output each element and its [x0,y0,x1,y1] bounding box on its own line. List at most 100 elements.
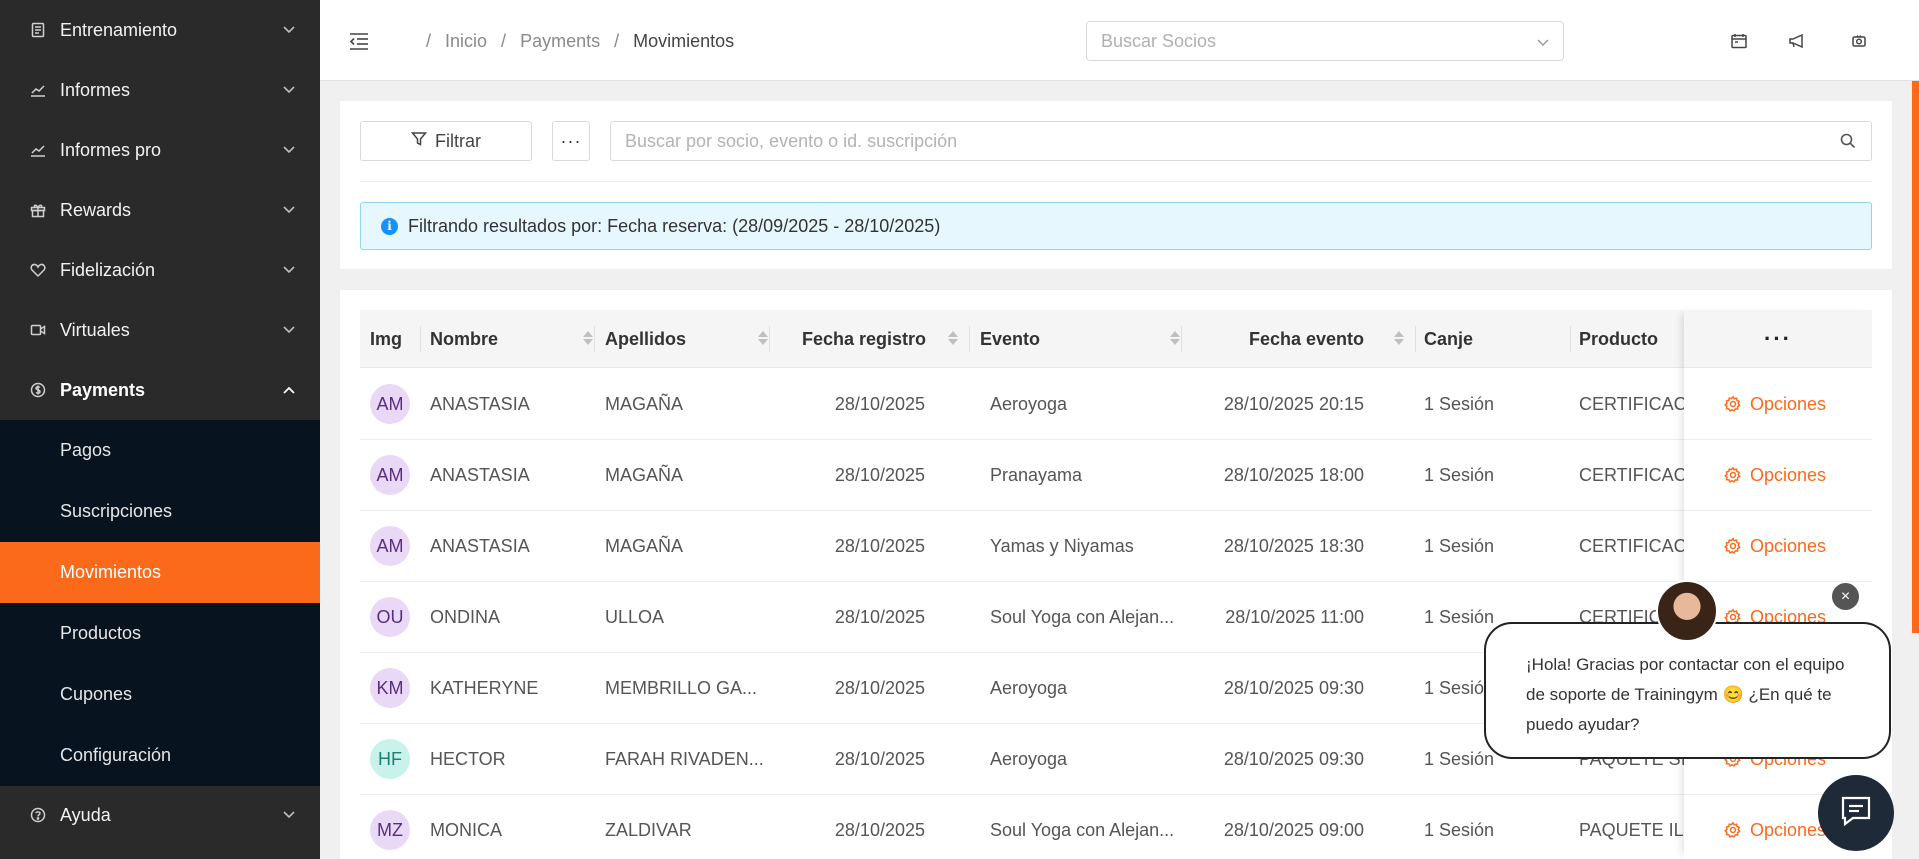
cell-fecha-registro: 28/10/2025 [834,819,925,840]
cell-apellidos: MAGAÑA [605,393,684,414]
submenu-item-configuracion[interactable]: Configuración [0,725,320,786]
camera-icon[interactable] [1850,32,1868,50]
sidebar-item-fidelizacion[interactable]: Fidelización [0,240,320,300]
cell-fecha-evento: 28/10/2025 20:15 [1223,393,1364,414]
menu-fold-icon[interactable] [348,30,370,52]
column-header-fecha-registro[interactable]: Fecha registro [770,310,970,368]
submenu-item-pagos[interactable]: Pagos [0,420,320,481]
cell-img: OU [370,582,410,652]
sort-icon[interactable] [1394,331,1404,345]
sort-icon[interactable] [1170,331,1180,345]
cell-fecha-evento: 28/10/2025 18:00 [1223,464,1364,485]
chat-launcher-button[interactable] [1818,775,1894,851]
movements-search-input[interactable] [625,130,1839,152]
gear-icon [1724,537,1742,555]
sidebar: Entrenamiento Informes Informes pro Rewa… [0,0,320,859]
cell-apellidos: MAGAÑA [605,464,684,485]
table-row[interactable]: AM ANASTASIA MAGAÑA 28/10/2025 Aeroyoga 28/10… [360,369,1872,440]
options-button[interactable]: Opciones [1684,369,1872,440]
gift-icon [28,200,48,220]
cell-apellidos: ZALDIVAR [605,819,692,840]
info-icon: i [381,217,398,235]
table-row[interactable]: AM ANASTASIA MAGAÑA 28/10/2025 Yamas y Niyam… [360,511,1872,582]
chat-icon [1837,792,1875,835]
cell-fecha-evento: 28/10/2025 09:30 [1223,677,1364,698]
table-row[interactable]: MZ MONICA ZALDIVAR 28/10/2025 Soul Yoga con … [360,795,1872,859]
sidebar-item-label: Payments [60,379,146,400]
sidebar-item-label: Informes pro [60,139,162,160]
cell-fecha-evento: 28/10/2025 09:00 [1223,819,1364,840]
submenu-item-movimientos[interactable]: Movimientos [0,542,320,603]
payments-submenu: Pagos Suscripciones Movimientos Producto… [0,420,320,786]
submenu-item-cupones[interactable]: Cupones [0,664,320,725]
cell-evento: Aeroyoga [990,393,1068,414]
table-header: Img Nombre Apellidos Fecha registro Even… [360,310,1872,368]
movements-search [610,121,1872,161]
options-label: Opciones [1750,819,1827,840]
socio-search-select[interactable]: Buscar Socios [1086,21,1564,61]
cell-canje: 1 Sesión [1424,393,1495,414]
sidebar-item-informes[interactable]: Informes [0,60,320,120]
breadcrumb-inicio[interactable]: Inicio [445,31,487,52]
options-button[interactable]: Opciones [1684,511,1872,582]
top-header: / Inicio / Payments / Movimientos Buscar… [320,0,1919,81]
cell-fecha-evento: 28/10/2025 09:30 [1223,748,1364,769]
actions-menu-button[interactable]: ··· [1684,310,1872,368]
avatar: KM [370,668,410,708]
submenu-item-productos[interactable]: Productos [0,603,320,664]
cell-fecha-registro: 28/10/2025 [834,464,925,485]
more-options-button[interactable]: ··· [552,121,590,161]
cell-fecha-evento: 28/10/2025 11:00 [1225,606,1364,627]
column-header-img: Img [370,328,403,349]
column-header-apellidos[interactable]: Apellidos [605,310,780,368]
cell-img: KM [370,653,410,723]
filter-button[interactable]: Filtrar [360,121,532,161]
sidebar-item-label: Ayuda [60,804,111,825]
sidebar-item-rewards[interactable]: Rewards [0,180,320,240]
chat-message-bubble[interactable]: ¡Hola! Gracias por contactar con el equi… [1484,622,1891,759]
filter-card: Filtrar ··· i Filtrando resultados por: … [340,101,1892,269]
heart-icon [28,260,48,280]
column-header-evento[interactable]: Evento [980,310,1192,368]
column-header-nombre[interactable]: Nombre [430,310,605,368]
cell-fecha-registro: 28/10/2025 [834,748,925,769]
filter-info-text: Filtrando resultados por: Fecha reserva:… [408,215,941,236]
cell-nombre: ONDINA [430,606,501,627]
cell-nombre: ANASTASIA [430,535,530,556]
sidebar-item-virtuales[interactable]: Virtuales [0,300,320,360]
sidebar-item-ayuda[interactable]: Ayuda [0,786,320,844]
sidebar-item-informes-pro[interactable]: Informes pro [0,120,320,180]
cell-fecha-registro: 28/10/2025 [834,535,925,556]
cell-nombre: ANASTASIA [430,393,530,414]
search-icon[interactable] [1839,132,1857,150]
scrollbar[interactable] [1912,81,1919,633]
megaphone-icon[interactable] [1788,32,1806,50]
column-header-fecha-evento[interactable]: Fecha evento [1182,310,1416,368]
cell-evento: Soul Yoga con Alejan... [990,606,1175,627]
sort-icon[interactable] [948,331,958,345]
sort-icon[interactable] [758,331,768,345]
cell-fecha-evento: 28/10/2025 18:30 [1223,535,1364,556]
sidebar-item-entrenamiento[interactable]: Entrenamiento [0,0,320,60]
table-row[interactable]: AM ANASTASIA MAGAÑA 28/10/2025 Pranayama 28/1… [360,440,1872,511]
calendar-icon[interactable] [1730,32,1748,50]
filter-icon [410,131,428,152]
chart-line-icon [28,140,48,160]
breadcrumb-payments[interactable]: Payments [520,31,600,52]
cell-evento: Aeroyoga [990,748,1068,769]
options-button[interactable]: Opciones [1684,440,1872,511]
cell-apellidos: MEMBRILLO GA... [605,677,758,698]
video-icon [28,320,48,340]
chat-close-button[interactable]: × [1831,582,1860,611]
cell-nombre: HECTOR [430,748,506,769]
submenu-item-suscripciones[interactable]: Suscripciones [0,481,320,542]
chevron-down-icon [282,23,296,37]
filter-info-alert: i Filtrando resultados por: Fecha reserv… [360,202,1872,250]
sort-icon[interactable] [583,331,593,345]
cell-nombre: ANASTASIA [430,464,530,485]
chart-line-icon [28,80,48,100]
sidebar-item-payments[interactable]: Payments [0,360,320,420]
cell-fecha-registro: 28/10/2025 [834,677,925,698]
divider [360,181,1872,182]
dollar-circle-icon [28,380,48,400]
